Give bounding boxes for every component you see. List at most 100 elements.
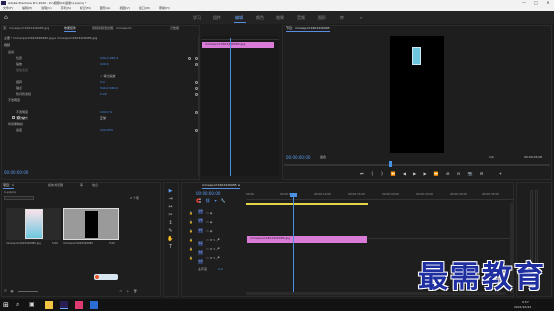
project-thumb-image[interactable]	[6, 208, 61, 240]
linked-selection-icon[interactable]: ⛓	[205, 198, 210, 203]
playhead-handle[interactable]	[290, 193, 297, 197]
marker-icon[interactable]: ⏮	[360, 171, 364, 176]
rotation-value[interactable]: 0.0	[100, 80, 105, 85]
work-area-bar[interactable]	[246, 203, 368, 205]
premiere-taskbar-icon[interactable]	[60, 301, 68, 309]
timeline-clip-v1[interactable]: mmexport1603426985.jpg	[247, 236, 367, 243]
menu-edit[interactable]: 编辑(E)	[22, 6, 32, 10]
zoom-slider[interactable]	[18, 290, 39, 292]
time-remap-label[interactable]: 时间重映射	[8, 122, 23, 127]
master-volume-value[interactable]: 0.0	[218, 267, 223, 272]
timeline-playhead[interactable]	[293, 196, 294, 294]
position-value[interactable]: 540.0 960.0	[100, 56, 118, 61]
slip-tool-icon[interactable]: ↕	[167, 220, 174, 227]
menu-view[interactable]: 视图(V)	[119, 6, 129, 10]
opacity-label[interactable]: 不透明度	[8, 98, 20, 103]
speed-value[interactable]: 100.00%	[100, 128, 113, 133]
add-marker-icon[interactable]: ▾	[215, 198, 217, 203]
step-forward-button[interactable]: ▶	[424, 171, 427, 176]
word-taskbar-icon[interactable]	[90, 301, 98, 309]
tab-effect-controls[interactable]: 效果控件	[64, 26, 77, 32]
motion-label[interactable]: 运动	[8, 50, 14, 55]
track-target-a1[interactable]: A1	[198, 241, 203, 246]
menu-clip[interactable]: 剪辑(C)	[41, 6, 51, 10]
tab-info[interactable]: 信息	[92, 183, 98, 188]
mask-shape-icons[interactable]	[12, 104, 32, 120]
list-view-icon[interactable]: ☰	[4, 289, 7, 293]
settings-icon[interactable]: ⚙	[480, 171, 484, 176]
extract-button[interactable]: ⊟	[457, 171, 460, 176]
workspace-audio[interactable]: 音频	[297, 11, 305, 24]
snap-icon[interactable]: 🧲	[196, 198, 201, 203]
resolution-dropdown[interactable]: 1/2	[489, 155, 494, 160]
icon-view-icon[interactable]: ▦	[11, 289, 14, 293]
clock-time[interactable]: 9:57	[522, 300, 529, 304]
uniform-scale-checkbox[interactable]: ✓ 等比缩放	[100, 74, 115, 79]
track-target-v1[interactable]: V1	[198, 228, 203, 233]
program-monitor-title[interactable]: 节目：mmexport1603426985	[286, 26, 330, 32]
track-lock-icons[interactable]: 🔒 🔒 🔒 🔒 🔒 🔒	[189, 209, 195, 269]
track-target-a2[interactable]: A2	[198, 250, 203, 255]
program-timecode[interactable]: 00:00:00:00	[286, 155, 310, 160]
track-select-tool-icon[interactable]: ⇥	[167, 196, 174, 203]
project-search-input[interactable]	[4, 196, 34, 200]
tab-project[interactable]: 项目：1	[3, 183, 14, 189]
app-taskbar-icon[interactable]	[75, 301, 83, 309]
lift-button[interactable]: ⊞	[446, 171, 449, 176]
clock-date[interactable]: 2021/10/22	[514, 305, 531, 309]
mark-in-button[interactable]: {	[371, 171, 374, 176]
anchor-value[interactable]: 540.0 960.0	[100, 86, 118, 91]
timeline-ruler[interactable]: 00:00 00:00:05:00 00:00:10:00 00:00:15:0…	[246, 191, 514, 200]
wrench-icon[interactable]: 🔧	[221, 198, 226, 203]
track-target-v3[interactable]: V3	[198, 209, 203, 214]
track-target-a3[interactable]: A3	[198, 259, 203, 264]
mark-out-button[interactable]: }	[381, 171, 384, 176]
ec-mini-clip[interactable]: mmexport1603426985.jpg	[202, 42, 274, 48]
ec-timecode[interactable]: 00:00:00:00	[4, 170, 28, 175]
workspace-learn[interactable]: 学习	[193, 11, 201, 24]
anti-flicker-value[interactable]: 0.00	[100, 92, 107, 97]
windows-start-icon[interactable]: ⊞	[3, 301, 11, 309]
menu-marker[interactable]: 标记(M)	[80, 6, 91, 10]
blend-mode-select[interactable]: 正常	[100, 116, 106, 121]
delete-icon[interactable]: 🗑	[133, 289, 137, 293]
project-thumb-sequence[interactable]	[63, 208, 119, 240]
keyframe-toggle-icon[interactable]	[188, 57, 191, 60]
menu-help[interactable]: 帮助(H)	[159, 6, 170, 10]
ec-playhead[interactable]	[230, 38, 231, 176]
track-target-v2[interactable]: V2	[198, 218, 203, 223]
ripple-edit-tool-icon[interactable]: ↔	[167, 204, 174, 211]
program-scrubber[interactable]	[284, 164, 550, 166]
fit-dropdown[interactable]: 适合	[320, 155, 326, 160]
track-controls[interactable]: ▭ ◉ ▭ ◉ ▭ ◉ ▭ M S 🎤 ▭ M S 🎤 ▭ M S 🎤	[206, 209, 244, 269]
new-item-icon[interactable]: ＋	[126, 289, 129, 293]
menu-file[interactable]: 文件(F)	[3, 6, 13, 10]
menu-graphics[interactable]: 图形(G)	[100, 6, 111, 10]
search-icon[interactable]: ⌕	[16, 301, 24, 309]
menu-window[interactable]: 窗口(W)	[139, 6, 150, 10]
tab-source[interactable]: 源：mmexport1603426985.jpg	[3, 26, 49, 31]
home-icon[interactable]: ⌂	[4, 14, 11, 21]
go-to-in-button[interactable]: ⏪	[391, 171, 396, 176]
workspace-libraries[interactable]: 库	[340, 11, 344, 24]
pen-tool-icon[interactable]: ✎	[167, 228, 174, 235]
opacity-value[interactable]: 100.0 %	[100, 110, 112, 115]
type-tool-icon[interactable]: T	[167, 244, 174, 251]
program-playhead[interactable]	[389, 161, 392, 167]
hand-tool-icon[interactable]: ✋	[167, 236, 174, 243]
scale-value[interactable]: 100.0	[100, 62, 109, 67]
selection-tool-icon[interactable]: ▶	[167, 188, 174, 195]
add-button[interactable]: +	[499, 171, 502, 176]
step-back-button[interactable]: ◀	[403, 171, 406, 176]
workspace-more[interactable]: »	[360, 11, 362, 24]
task-view-icon[interactable]: ▣	[29, 301, 37, 309]
new-bin-icon[interactable]: ▭	[119, 289, 122, 293]
tab-metadata[interactable]: 元数据	[170, 26, 179, 31]
workspace-graphics[interactable]: 图形	[318, 11, 326, 24]
file-explorer-icon[interactable]	[45, 301, 53, 309]
razor-tool-icon[interactable]: ✂	[167, 212, 174, 219]
tab-libraries[interactable]: 库	[80, 183, 83, 188]
workspace-assembly[interactable]: 组件	[213, 11, 221, 24]
go-to-out-button[interactable]: ⏩	[434, 171, 439, 176]
tab-media-browser[interactable]: 媒体浏览器	[48, 183, 63, 188]
